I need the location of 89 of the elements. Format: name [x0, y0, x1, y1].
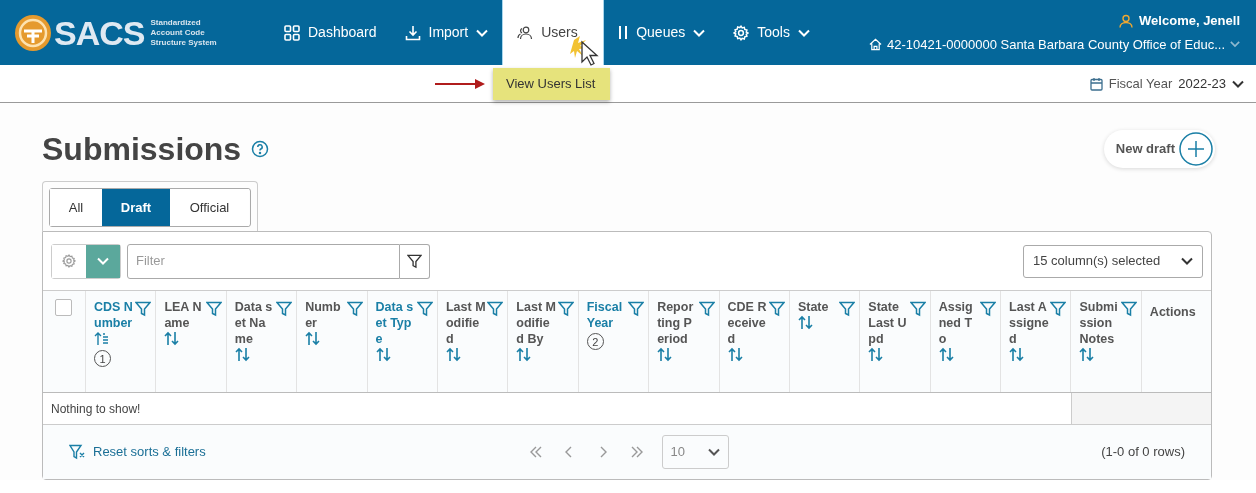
plus-icon: [1179, 132, 1213, 166]
column-header[interactable]: Data set Name: [234, 299, 275, 347]
logo-tagline: Account Code: [150, 27, 206, 38]
filter-icon[interactable]: [698, 301, 715, 317]
sort-icon[interactable]: [516, 347, 532, 362]
home-icon: [869, 37, 882, 51]
column-header[interactable]: Number: [305, 299, 346, 331]
filter-icon[interactable]: [205, 301, 222, 317]
page-title: Submissions: [42, 130, 242, 169]
filter-button[interactable]: [400, 243, 430, 279]
bars-icon: [618, 25, 629, 40]
column-header[interactable]: Assigned To: [938, 299, 979, 347]
column-header[interactable]: Last Modified: [445, 299, 486, 347]
filter-icon[interactable]: [628, 301, 645, 317]
sort-icon[interactable]: [375, 347, 391, 362]
sort-ascending-icon[interactable]: [94, 331, 109, 346]
filter-icon[interactable]: [909, 301, 926, 317]
filter-icon[interactable]: [768, 301, 785, 317]
nav-item[interactable]: Import: [390, 0, 503, 65]
help-icon[interactable]: [251, 140, 270, 158]
column-header[interactable]: Last Modified By: [516, 299, 557, 347]
sort-icon[interactable]: [445, 347, 461, 362]
grid-icon: [284, 24, 300, 41]
column-header[interactable]: CDS Number: [94, 299, 134, 331]
column-header[interactable]: CDE Received: [727, 299, 768, 347]
page-size-select[interactable]: 10: [661, 435, 729, 469]
welcome-text: Welcome, Jenell: [1139, 12, 1240, 30]
tab[interactable]: Draft: [102, 189, 170, 226]
logo-text: SACS: [54, 15, 145, 50]
filter-field[interactable]: Filter: [127, 243, 400, 279]
settings-icon: [733, 24, 750, 41]
nav-item[interactable]: Tools: [719, 0, 824, 65]
filter-icon[interactable]: [1120, 301, 1137, 317]
filter-icon[interactable]: [416, 301, 433, 317]
menu-item[interactable]: View Users List: [493, 68, 610, 100]
column-header[interactable]: Last Assigned: [1009, 299, 1050, 347]
filter-icon[interactable]: [1050, 301, 1067, 317]
organization-selector[interactable]: 42-10421-0000000 Santa Barbara County Office of Educ...: [869, 34, 1240, 54]
sort-icon[interactable]: [868, 347, 884, 362]
arrow-icon: [435, 79, 485, 89]
sort-icon[interactable]: [657, 347, 673, 362]
row-count: (1-0 of 0 rows): [1101, 443, 1185, 462]
new-draft-button[interactable]: New draft: [1103, 130, 1215, 168]
caret-icon: [1181, 257, 1193, 265]
logo-emblem-icon: [14, 13, 52, 52]
filter-icon[interactable]: [487, 301, 504, 317]
sort-icon[interactable]: [234, 347, 250, 362]
column-header[interactable]: State: [797, 299, 838, 315]
download-icon: [404, 24, 421, 41]
column-header[interactable]: Fiscal Year: [586, 299, 627, 331]
sort-icon[interactable]: [305, 331, 321, 346]
column-header[interactable]: LEA Name: [164, 299, 205, 331]
column-header[interactable]: Data set Type: [375, 299, 416, 347]
filter-icon[interactable]: [839, 301, 856, 317]
settings-icon: [62, 254, 76, 268]
caret-icon: [1230, 40, 1240, 49]
users-icon: [517, 25, 534, 40]
sort-icon[interactable]: [938, 347, 954, 362]
column-header[interactable]: Submission Notes: [1079, 299, 1120, 347]
filter-icon[interactable]: [276, 301, 293, 317]
sort-icon[interactable]: [797, 315, 813, 330]
sort-icon[interactable]: [1009, 347, 1025, 362]
nav-item[interactable]: Dashboard: [270, 0, 391, 65]
empty-message: Nothing to show!: [51, 400, 141, 418]
column-header: Actions: [1149, 305, 1196, 319]
filter-clear-icon: [69, 444, 85, 460]
sort-icon[interactable]: [1079, 347, 1095, 362]
select-all-checkbox[interactable]: [55, 299, 72, 316]
column-header[interactable]: State Last Upd: [868, 299, 909, 347]
sort-icon[interactable]: [164, 331, 180, 346]
logo-tagline: Standardized: [150, 17, 202, 28]
caret-icon: [97, 257, 109, 265]
sort-icon[interactable]: [727, 347, 743, 362]
fiscal-year-selector[interactable]: Fiscal Year 2022-23: [1089, 73, 1244, 94]
user-icon: [1119, 13, 1134, 28]
filter-icon[interactable]: [135, 301, 152, 317]
nav-item[interactable]: Users: [502, 0, 605, 65]
logo-tagline: Structure System: [150, 37, 217, 48]
filter-icon[interactable]: [346, 301, 363, 317]
caret-icon: [707, 448, 720, 456]
filter-icon: [407, 253, 422, 269]
reset-link[interactable]: Reset sorts & filters: [69, 442, 369, 462]
filter-icon[interactable]: [557, 301, 574, 317]
column-header[interactable]: Reporting Period: [657, 299, 698, 347]
columns-select[interactable]: 15 column(s) selected: [1023, 244, 1203, 278]
calendar-icon: [1089, 76, 1103, 91]
filter-icon[interactable]: [980, 301, 997, 317]
caret-icon: [1232, 79, 1244, 88]
nav-item[interactable]: Queues: [604, 0, 720, 65]
